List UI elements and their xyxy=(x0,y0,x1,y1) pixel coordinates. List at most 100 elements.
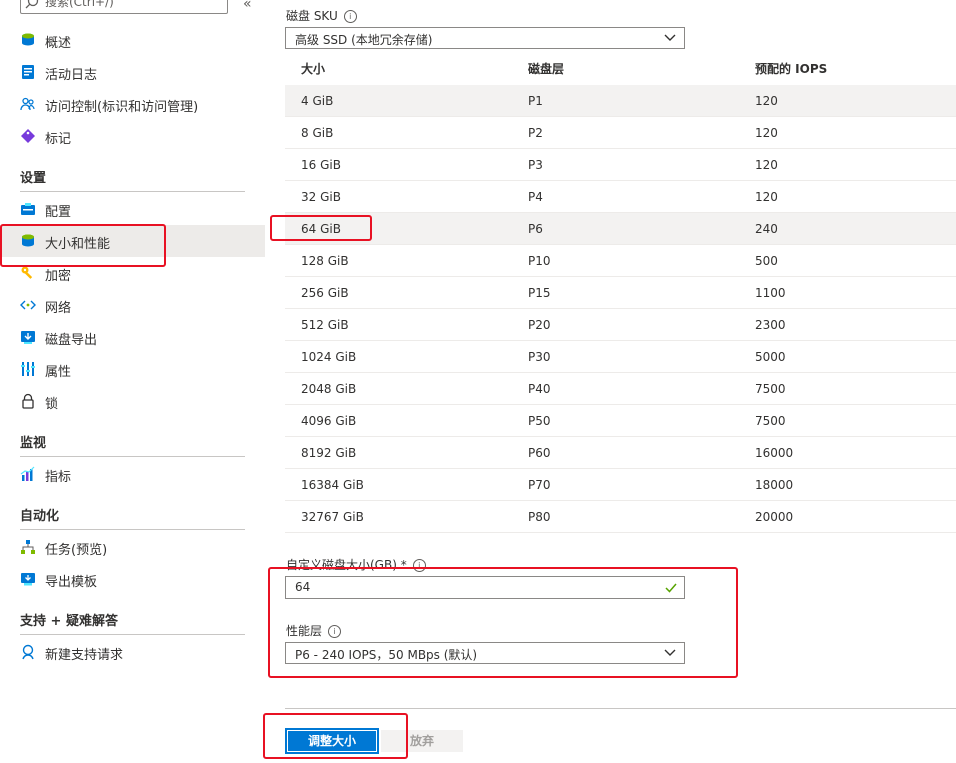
search-icon xyxy=(25,0,39,9)
table-header-iops: 预配的 IOPS xyxy=(755,62,828,76)
sidebar-item[interactable]: 导出模板 xyxy=(0,563,265,595)
info-icon[interactable]: i xyxy=(343,10,357,23)
sidebar-item[interactable]: 属性 xyxy=(0,353,265,385)
perf-tier-value: P6 - 240 IOPS，50 MBps (默认) xyxy=(295,648,478,662)
disk-overview-icon xyxy=(22,33,34,46)
table-row[interactable]: 4096 GiB P50 7500 xyxy=(285,405,956,437)
properties-icon xyxy=(21,362,35,376)
sidebar-item-label: 标记 xyxy=(45,132,72,147)
table-row[interactable]: 32767 GiB P80 20000 xyxy=(285,501,956,533)
sidebar-item[interactable]: 配置 xyxy=(0,193,265,225)
sidebar-section-title: 自动化 xyxy=(20,509,60,524)
sidebar-item[interactable]: 指标 xyxy=(0,458,265,490)
perf-tier-select[interactable]: P6 - 240 IOPS，50 MBps (默认) xyxy=(285,642,685,664)
sidebar-item-label: 属性 xyxy=(45,365,72,380)
table-row[interactable]: 128 GiB P10 500 xyxy=(285,245,956,277)
table-row[interactable]: 256 GiB P15 1100 xyxy=(285,277,956,309)
table-cell-size: 4 GiB xyxy=(301,94,334,108)
sidebar-section-divider xyxy=(20,529,245,530)
table-row[interactable]: 64 GiB P6 240 xyxy=(285,213,956,245)
lock-icon xyxy=(22,393,34,409)
table-cell-size: 64 GiB xyxy=(301,222,341,236)
sidebar-section-title: 监视 xyxy=(20,436,47,451)
tasks-icon xyxy=(21,540,35,554)
sidebar-item-label: 大小和性能 xyxy=(45,237,111,252)
chevron-down-icon xyxy=(664,649,676,656)
disk-export-icon xyxy=(21,331,35,344)
table-cell-tier: P3 xyxy=(528,158,543,172)
key-icon xyxy=(21,266,33,279)
sidebar-item[interactable]: 活动日志 xyxy=(0,56,265,88)
sku-select-value: 高级 SSD (本地冗余存储) xyxy=(295,33,433,47)
table-row[interactable]: 1024 GiB P30 5000 xyxy=(285,341,956,373)
table-cell-tier: P4 xyxy=(528,190,543,204)
table-cell-tier: P80 xyxy=(528,510,551,524)
chevron-down-icon xyxy=(664,34,676,41)
info-icon[interactable]: i xyxy=(412,559,426,572)
table-row[interactable]: 16 GiB P3 120 xyxy=(285,149,956,181)
info-icon[interactable]: i xyxy=(328,625,342,638)
table-cell-tier: P30 xyxy=(528,350,551,364)
footer-divider xyxy=(285,708,956,709)
sidebar-item[interactable]: 磁盘导出 xyxy=(0,321,265,353)
sidebar-item[interactable]: 访问控制(标识和访问管理) xyxy=(0,88,265,120)
table-cell-tier: P1 xyxy=(528,94,543,108)
table-cell-iops: 500 xyxy=(755,254,778,268)
custom-size-input[interactable]: 64 xyxy=(285,576,685,599)
table-cell-size: 2048 GiB xyxy=(301,382,357,396)
perf-tier-label-row: 性能层 i xyxy=(286,622,342,639)
table-cell-iops: 16000 xyxy=(755,446,794,460)
table-cell-size: 32 GiB xyxy=(301,190,341,204)
table-cell-iops: 20000 xyxy=(755,510,794,524)
table-cell-tier: P2 xyxy=(528,126,543,140)
resize-button[interactable]: 调整大小 xyxy=(285,728,379,754)
sidebar-item[interactable]: 任务(预览) xyxy=(0,531,265,563)
table-cell-size: 16 GiB xyxy=(301,158,341,172)
sidebar-section-title: 设置 xyxy=(20,171,47,186)
custom-size-value: 64 xyxy=(295,580,311,594)
sidebar-item-label: 访问控制(标识和访问管理) xyxy=(45,100,199,115)
sidebar-item[interactable]: 大小和性能 xyxy=(0,225,265,257)
table-row[interactable]: 8 GiB P2 120 xyxy=(285,117,956,149)
sidebar-item-label: 加密 xyxy=(45,269,72,284)
sidebar-item[interactable]: 新建支持请求 xyxy=(0,636,265,668)
search-input[interactable]: 搜索(Ctrl+/) xyxy=(20,0,228,14)
table-cell-size: 256 GiB xyxy=(301,286,349,300)
sidebar-item[interactable]: 概述 xyxy=(0,24,265,56)
sidebar-section-divider xyxy=(20,634,245,635)
sidebar-item-label: 导出模板 xyxy=(45,575,98,590)
table-row[interactable]: 16384 GiB P70 18000 xyxy=(285,469,956,501)
sidebar-item[interactable]: 锁 xyxy=(0,385,265,417)
table-cell-tier: P50 xyxy=(528,414,551,428)
table-cell-iops: 2300 xyxy=(755,318,786,332)
table-cell-iops: 7500 xyxy=(755,414,786,428)
table-row[interactable]: 2048 GiB P40 7500 xyxy=(285,373,956,405)
table-row[interactable]: 4 GiB P1 120 xyxy=(285,85,956,117)
collapse-sidebar-button[interactable]: « xyxy=(243,0,252,12)
tag-icon xyxy=(21,129,35,143)
sidebar-item[interactable]: 网络 xyxy=(0,289,265,321)
metrics-icon xyxy=(20,466,35,481)
table-cell-iops: 120 xyxy=(755,94,778,108)
sidebar-item-label: 活动日志 xyxy=(45,68,98,83)
sku-select[interactable]: 高级 SSD (本地冗余存储) xyxy=(285,27,685,49)
table-row[interactable]: 8192 GiB P60 16000 xyxy=(285,437,956,469)
sku-label-row: 磁盘 SKU i xyxy=(286,7,357,24)
checkmark-icon xyxy=(665,583,677,593)
discard-button[interactable]: 放弃 xyxy=(381,730,463,752)
table-row[interactable]: 512 GiB P20 2300 xyxy=(285,309,956,341)
table-cell-iops: 5000 xyxy=(755,350,786,364)
disk-size-icon xyxy=(22,234,34,247)
configuration-icon xyxy=(21,203,35,215)
sidebar-item-label: 磁盘导出 xyxy=(45,333,98,348)
sidebar-item[interactable]: 标记 xyxy=(0,120,265,152)
sidebar-item-label: 任务(预览) xyxy=(45,543,108,558)
search-placeholder: 搜索(Ctrl+/) xyxy=(45,0,114,9)
table-row[interactable]: 32 GiB P4 120 xyxy=(285,181,956,213)
access-control-icon xyxy=(20,97,35,111)
table-cell-size: 8192 GiB xyxy=(301,446,357,460)
sidebar-section-title: 支持 + 疑难解答 xyxy=(20,614,118,629)
sidebar-item-label: 锁 xyxy=(45,397,59,412)
sidebar-item[interactable]: 加密 xyxy=(0,257,265,289)
table-cell-iops: 240 xyxy=(755,222,778,236)
